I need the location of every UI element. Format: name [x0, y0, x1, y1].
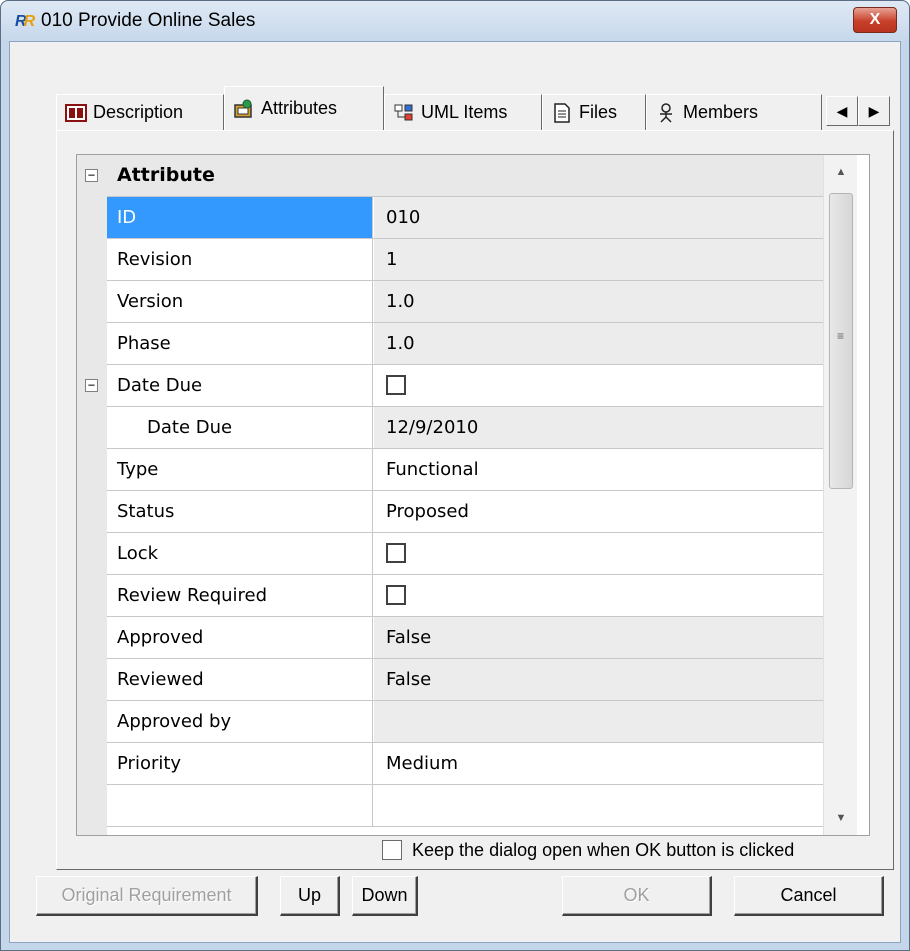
grid-row-approved-by[interactable]: Approved by: [107, 701, 823, 743]
window-title: 010 Provide Online Sales: [41, 10, 256, 31]
row-name: Type: [107, 449, 373, 490]
tab-attributes[interactable]: Attributes: [224, 86, 384, 130]
row-name: Priority: [107, 743, 373, 784]
tab-uml-items[interactable]: UML Items: [384, 94, 542, 130]
tab-members[interactable]: Members: [646, 94, 822, 130]
row-name: Version: [107, 281, 373, 322]
grid-row-approved[interactable]: Approved False: [107, 617, 823, 659]
tab-scroll-buttons: ◀ ▶: [826, 96, 892, 126]
lock-checkbox[interactable]: [386, 542, 406, 563]
row-value[interactable]: [374, 785, 823, 826]
collapse-date-due-icon[interactable]: −: [85, 379, 98, 392]
row-name: Revision: [107, 239, 373, 280]
property-grid: Attribute − ID 010 Revision 1 Version 1.…: [76, 154, 870, 836]
collapse-attribute-icon[interactable]: −: [85, 169, 98, 182]
files-icon: [551, 102, 573, 123]
keep-open-checkbox[interactable]: [382, 840, 402, 860]
date-due-checkbox[interactable]: [386, 374, 406, 395]
tab-scroll-right-button[interactable]: ▶: [858, 96, 890, 126]
row-value: [374, 575, 823, 616]
tab-files[interactable]: Files: [542, 94, 646, 130]
dialog-client: Description Attributes UML Items Files M…: [9, 41, 901, 943]
title-bar[interactable]: RR 010 Provide Online Sales X: [1, 1, 909, 41]
uml-items-icon: [393, 103, 415, 123]
original-requirement-button[interactable]: Original Requirement: [36, 876, 258, 916]
app-icon: RR: [15, 13, 36, 30]
row-name: Status: [107, 491, 373, 532]
grid-row-id[interactable]: ID 010: [107, 197, 823, 239]
row-name: Approved: [107, 617, 373, 658]
row-name: ID: [107, 197, 373, 238]
tab-scroll-left-button[interactable]: ◀: [826, 96, 858, 126]
row-value[interactable]: Proposed: [374, 491, 823, 532]
row-name: Date Due: [107, 407, 373, 448]
tab-members-label: Members: [683, 102, 759, 122]
review-required-checkbox[interactable]: [386, 584, 406, 605]
grid-row-phase[interactable]: Phase 1.0: [107, 323, 823, 365]
row-value[interactable]: Medium: [374, 743, 823, 784]
scrollbar-thumb[interactable]: ≡: [829, 193, 853, 489]
row-name: Approved by: [107, 701, 373, 742]
grid-gutter: [77, 155, 107, 835]
tab-files-label: Files: [579, 102, 618, 122]
grid-row-reviewed[interactable]: Reviewed False: [107, 659, 823, 701]
members-icon: [655, 102, 677, 123]
grid-row-review-required[interactable]: Review Required: [107, 575, 823, 617]
row-value[interactable]: 010: [374, 197, 823, 238]
row-name: Phase: [107, 323, 373, 364]
keep-open-label: Keep the dialog open when OK button is c…: [412, 839, 795, 860]
grid-row-date-due-toggle[interactable]: Date Due: [107, 365, 823, 407]
row-name: Lock: [107, 533, 373, 574]
grid-row-type[interactable]: Type Functional: [107, 449, 823, 491]
row-name: Date Due: [107, 365, 373, 406]
dialog-window: RR 010 Provide Online Sales X Descriptio…: [0, 0, 910, 951]
scrollbar-grip-icon: ≡: [837, 329, 845, 343]
grid-row-priority[interactable]: Priority Medium: [107, 743, 823, 785]
row-value[interactable]: [374, 701, 823, 742]
down-button[interactable]: Down: [352, 876, 418, 916]
row-value[interactable]: 1.0: [374, 323, 823, 364]
grid-row-date-due[interactable]: Date Due 12/9/2010: [107, 407, 823, 449]
grid-row-version[interactable]: Version 1.0: [107, 281, 823, 323]
row-value[interactable]: 1: [374, 239, 823, 280]
tab-attributes-label: Attributes: [261, 98, 338, 118]
cancel-button[interactable]: Cancel: [734, 876, 884, 916]
ok-button[interactable]: OK: [562, 876, 712, 916]
row-name: Review Required: [107, 575, 373, 616]
category-label: Attribute: [117, 164, 215, 186]
description-icon: [65, 103, 87, 123]
tab-description-label: Description: [93, 102, 184, 122]
keep-open-option[interactable]: Keep the dialog open when OK button is c…: [382, 838, 794, 862]
row-value: [374, 365, 823, 406]
grid-vertical-scrollbar[interactable]: ▲ ≡ ▼: [823, 155, 857, 835]
row-value[interactable]: False: [374, 659, 823, 700]
row-name: Reviewed: [107, 659, 373, 700]
up-button[interactable]: Up: [280, 876, 340, 916]
row-value[interactable]: 12/9/2010: [374, 407, 823, 448]
row-value[interactable]: 1.0: [374, 281, 823, 322]
scroll-up-arrow-icon[interactable]: ▲: [824, 155, 858, 189]
grid-row-revision[interactable]: Revision 1: [107, 239, 823, 281]
row-value: [374, 533, 823, 574]
row-value[interactable]: False: [374, 617, 823, 658]
attributes-icon: [233, 99, 255, 119]
tab-uml-items-label: UML Items: [421, 102, 508, 122]
tab-description[interactable]: Description: [56, 94, 224, 130]
close-button[interactable]: X: [853, 7, 897, 33]
scroll-down-arrow-icon[interactable]: ▼: [824, 801, 858, 835]
row-name: [107, 785, 373, 826]
grid-category-attribute[interactable]: Attribute: [107, 155, 823, 197]
grid-row-status[interactable]: Status Proposed: [107, 491, 823, 533]
row-value[interactable]: Functional: [374, 449, 823, 490]
grid-row-lock[interactable]: Lock: [107, 533, 823, 575]
grid-row-next[interactable]: [107, 785, 823, 827]
